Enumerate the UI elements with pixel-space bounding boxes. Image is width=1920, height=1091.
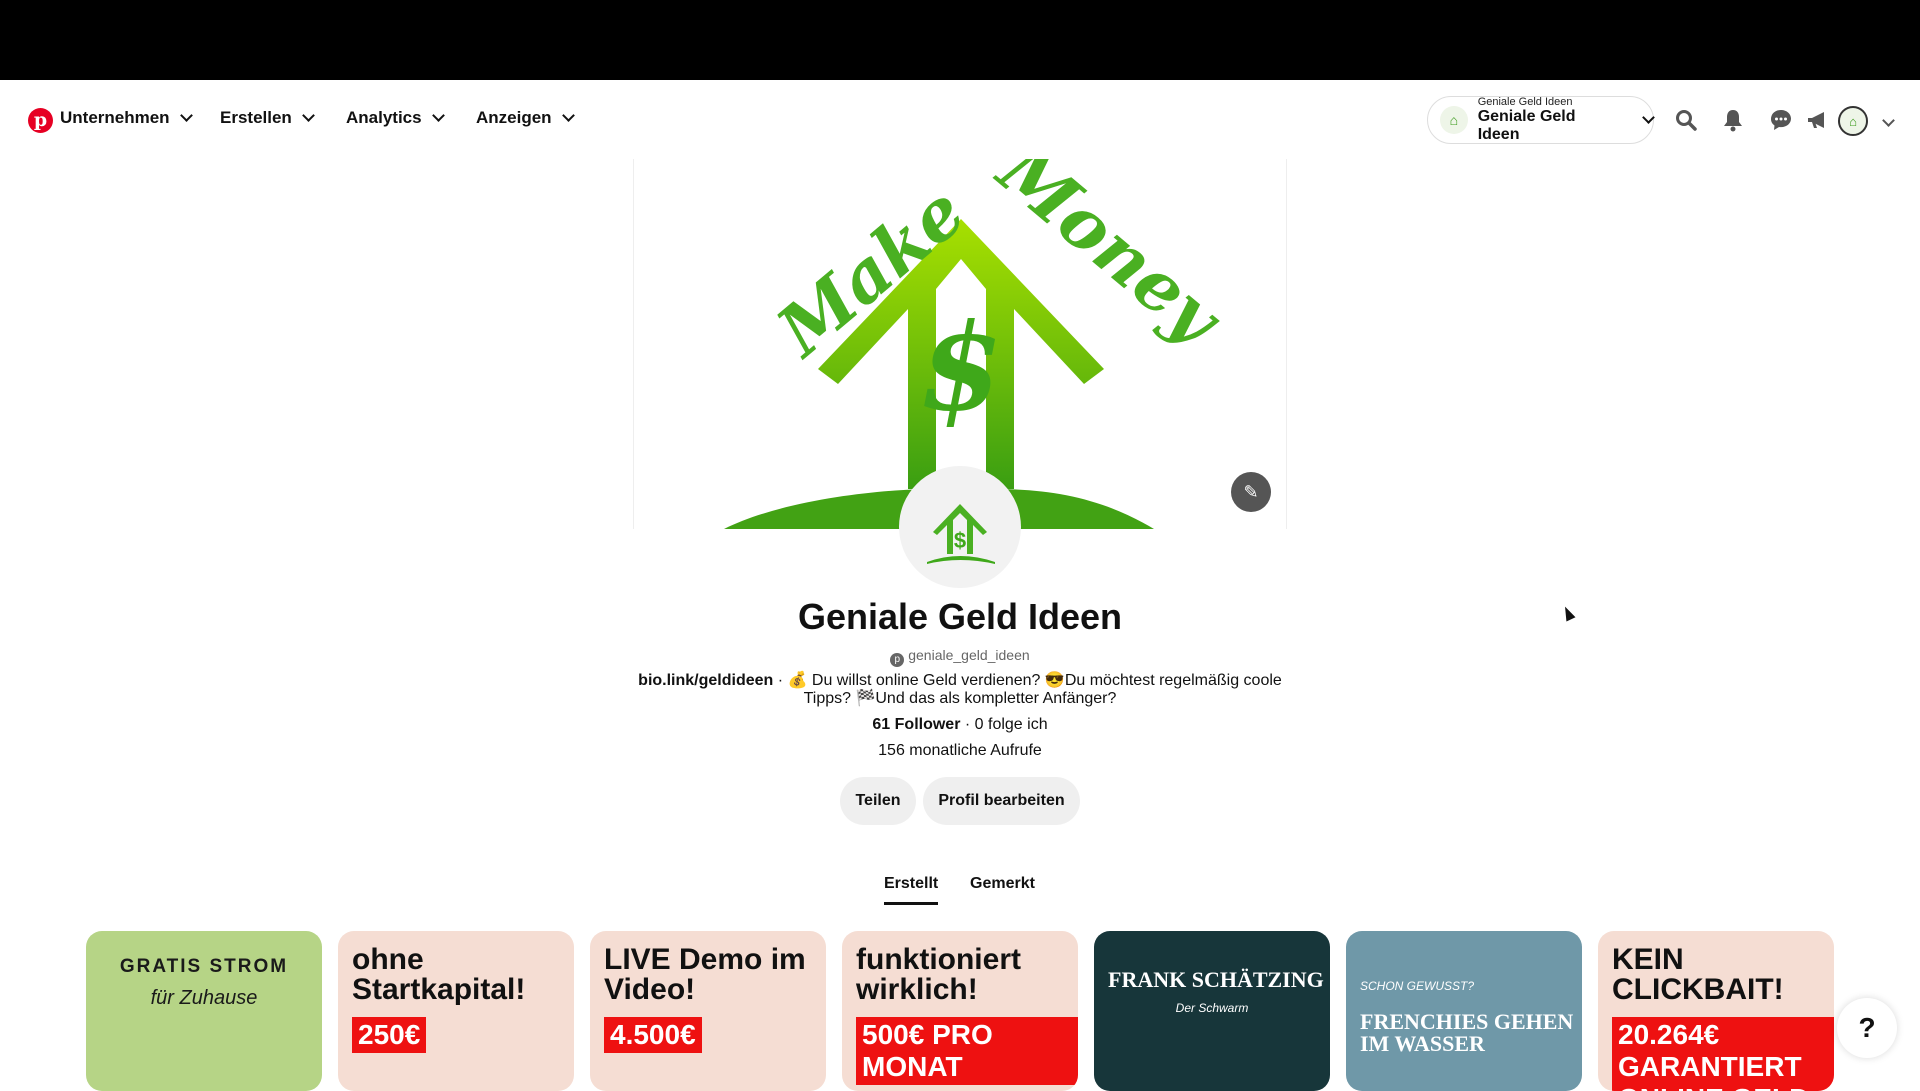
chevron-down-icon: [301, 109, 315, 122]
nav-label: Anzeigen: [476, 108, 552, 127]
pin-card[interactable]: FRANK SCHÄTZING Der Schwarm: [1094, 931, 1330, 1091]
chevron-down-icon[interactable]: [1876, 108, 1900, 132]
account-avatar: ⌂: [1440, 106, 1468, 134]
account-switcher[interactable]: ⌂ Geniale Geld Ideen Geniale Geld Ideen: [1427, 96, 1655, 144]
svg-text:$: $: [919, 297, 1003, 438]
follow-stats: 61 Follower · 0 folge ich: [0, 716, 1920, 734]
tab-erstellt[interactable]: Erstellt: [884, 875, 938, 893]
pin-card[interactable]: GRATIS STROM für Zuhause: [86, 931, 322, 1091]
pin-title: GRATIS STROM: [119, 956, 289, 977]
nav-label: Unternehmen: [60, 108, 170, 127]
make-money-logo-small: $: [927, 504, 995, 564]
megaphone-icon[interactable]: [1805, 108, 1829, 132]
profile-username: p geniale_geld_ideen: [0, 647, 1920, 667]
chevron-down-icon: [561, 109, 575, 122]
active-tab-indicator: [884, 902, 938, 905]
pin-subtitle: für Zuhause: [150, 987, 258, 1009]
pin-card[interactable]: funktioniert wirklich! 500€ PRO MONAT: [842, 931, 1078, 1091]
nav-anzeigen[interactable]: Anzeigen: [476, 108, 575, 128]
chevron-down-icon: [1642, 111, 1655, 124]
pencil-icon: ✎: [1243, 481, 1259, 502]
nav-unternehmen[interactable]: Unternehmen: [60, 108, 193, 128]
chevron-down-icon: [179, 109, 193, 122]
pin-title: FRENCHIES GEHEN IM WASSER: [1360, 1009, 1574, 1056]
pin-subtitle: Der Schwarm: [1175, 1001, 1249, 1015]
pin-card[interactable]: ohne Startkapital! 250€: [338, 931, 574, 1091]
monthly-views: 156 monatliche Aufrufe: [878, 742, 1042, 759]
following-link[interactable]: · 0 folge ich: [960, 716, 1048, 733]
help-button[interactable]: ?: [1837, 998, 1897, 1058]
profile-bio: bio.link/geldideen · 💰 Du willst online …: [0, 672, 1920, 708]
chevron-down-icon: [431, 109, 445, 122]
pin-title: LIVE Demo im Video!: [604, 943, 806, 1006]
pinterest-logo-icon[interactable]: p: [28, 108, 53, 133]
nav-analytics[interactable]: Analytics: [346, 108, 445, 128]
bio-line-2: Tipps? 🏁Und das als kompletter Anfänger?: [803, 690, 1117, 707]
profile-avatar[interactable]: $: [899, 466, 1021, 588]
pin-subtitle: 250€: [352, 1017, 427, 1053]
pin-card[interactable]: FRENCHIES GEHEN IM WASSER SCHON GEWUSST?: [1346, 931, 1582, 1091]
tab-gemerkt[interactable]: Gemerkt: [970, 875, 1035, 893]
pin-title: KEIN CLICKBAIT!: [1612, 943, 1784, 1006]
pin-card[interactable]: LIVE Demo im Video! 4.500€: [590, 931, 826, 1091]
svg-text:$: $: [954, 528, 966, 553]
pinterest-icon: p: [890, 653, 905, 667]
edit-profile-button[interactable]: Profil bearbeiten: [923, 777, 1080, 825]
svg-text:Money: Money: [982, 159, 1240, 362]
nav-label: Erstellen: [220, 108, 292, 127]
screen-top-bar: [0, 0, 1920, 80]
nav-erstellen[interactable]: Erstellen: [220, 108, 315, 128]
pin-subtitle: SCHON GEWUSST?: [1360, 979, 1475, 993]
share-button[interactable]: Teilen: [840, 777, 916, 825]
username-text: geniale_geld_ideen: [908, 647, 1030, 663]
pin-title: FRANK SCHÄTZING: [1108, 967, 1324, 992]
account-label-small: Geniale Geld Ideen: [1477, 96, 1573, 108]
pin-title: funktioniert wirklich!: [856, 943, 1021, 1006]
bio-link[interactable]: bio.link/geldideen: [638, 672, 773, 689]
account-label: Geniale Geld Ideen: [1477, 108, 1576, 143]
avatar[interactable]: ⌂: [1838, 106, 1868, 136]
bell-icon[interactable]: [1721, 108, 1745, 132]
bio-line-1: · 💰 Du willst online Geld verdienen? 😎Du…: [773, 672, 1282, 689]
profile-name: Geniale Geld Ideen: [797, 596, 1123, 637]
pin-subtitle: 500€ PRO MONAT: [856, 1017, 1078, 1085]
pin-title: ohne Startkapital!: [352, 943, 526, 1006]
search-icon[interactable]: [1674, 108, 1698, 132]
nav-label: Analytics: [346, 108, 422, 127]
edit-cover-button[interactable]: ✎: [1231, 472, 1271, 512]
pin-card[interactable]: KEIN CLICKBAIT! 20.264€ GARANTIERT ONLIN…: [1598, 931, 1834, 1091]
chat-icon[interactable]: [1769, 108, 1793, 132]
pin-subtitle: 4.500€: [604, 1017, 702, 1053]
followers-link[interactable]: 61 Follower: [872, 716, 960, 733]
